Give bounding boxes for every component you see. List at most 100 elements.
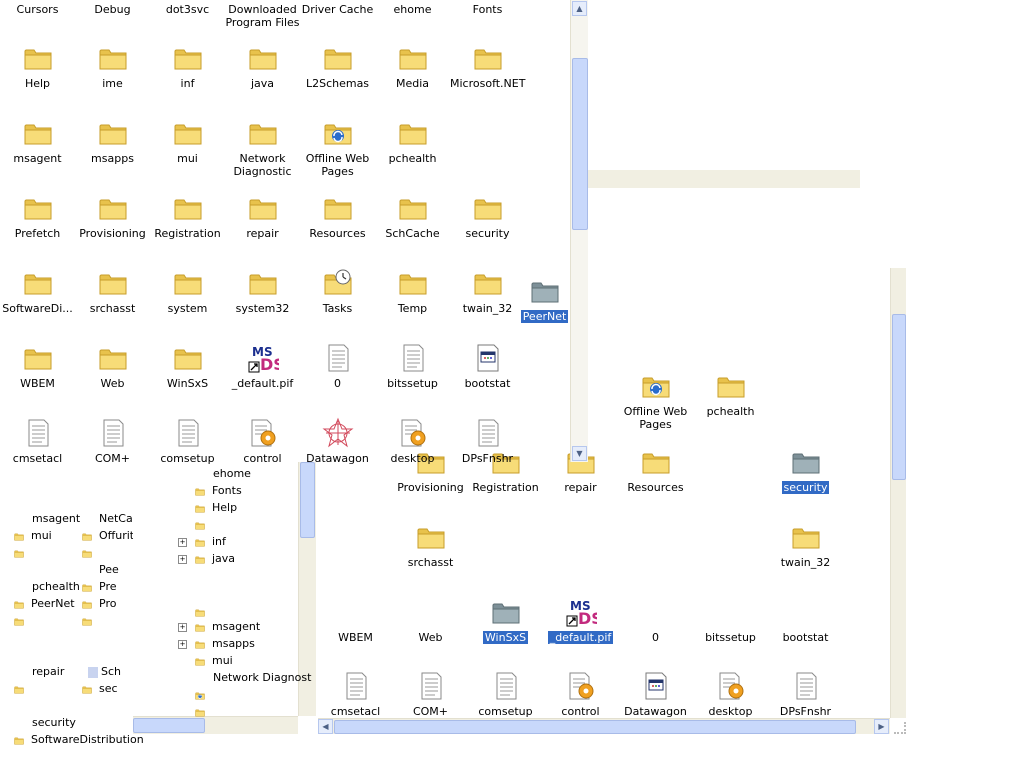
folder-item[interactable]: system — [150, 267, 225, 315]
tree-item[interactable]: mui — [193, 653, 233, 669]
folder-item[interactable]: Prefetch — [0, 192, 75, 240]
back-item[interactable]: comsetup — [468, 670, 543, 718]
back-item[interactable]: srchasst — [393, 521, 468, 569]
folder-item[interactable]: system32 — [225, 267, 300, 315]
folder-item[interactable]: Network Diagnostic — [225, 117, 300, 178]
expand-plus-icon[interactable]: + — [178, 554, 187, 564]
back-item[interactable]: Datawagon — [618, 670, 693, 718]
small-icon-item[interactable]: Offurity — [80, 529, 141, 542]
tree-item[interactable]: Network Diagnost — [213, 670, 311, 686]
folder-item[interactable]: pchealth — [375, 117, 450, 165]
back-scroll-right-button[interactable]: ▶ — [874, 719, 889, 734]
small-icon-item[interactable]: sec — [80, 682, 118, 695]
back-item[interactable]: twain_32 — [768, 521, 843, 569]
folder-item[interactable]: SoftwareDi... — [0, 267, 75, 315]
back-item-selected[interactable]: WinSxS — [468, 596, 543, 644]
file-item[interactable]: comsetup — [150, 417, 225, 465]
small-icon-item[interactable] — [80, 614, 99, 627]
tree-item[interactable]: + java — [178, 551, 235, 567]
file-item[interactable]: bitssetup — [375, 342, 450, 390]
back-item[interactable]: control — [543, 670, 618, 718]
folder-item[interactable]: msagent — [0, 117, 75, 165]
small-icon-item[interactable]: Sch — [88, 665, 121, 678]
file-item[interactable]: bootstat — [450, 342, 525, 390]
folder-item[interactable]: WinSxS — [150, 342, 225, 390]
tree-horizontal-scroll-thumb[interactable] — [133, 718, 205, 733]
small-icon-item[interactable]: Pre — [80, 580, 117, 593]
back-item[interactable]: 0 — [618, 617, 693, 644]
main-vertical-scroll-thumb[interactable] — [572, 58, 588, 230]
folder-item[interactable]: Temp — [375, 267, 450, 315]
folder-item[interactable]: Registration — [150, 192, 225, 240]
resize-grip-icon[interactable] — [894, 722, 906, 734]
folder-item[interactable]: L2Schemas — [300, 42, 375, 90]
folder-item[interactable]: WBEM — [0, 342, 75, 390]
small-icon-item[interactable]: PeerNet — [12, 597, 75, 610]
tree-item[interactable]: + msagent — [178, 619, 260, 635]
back-vertical-scroll-thumb[interactable] — [892, 314, 906, 480]
back-item[interactable]: bitssetup — [693, 617, 768, 644]
file-item[interactable]: _default.pif — [225, 342, 300, 390]
back-vertical-scrollbar[interactable] — [890, 268, 906, 718]
folder-item[interactable]: Resources — [300, 192, 375, 240]
back-horizontal-scrollbar[interactable]: ◀ ▶ — [318, 718, 890, 734]
small-icon-item[interactable]: security — [32, 716, 76, 729]
dragged-peernet-item[interactable]: PeerNet — [507, 275, 582, 323]
folder-item[interactable]: Help — [0, 42, 75, 90]
file-item[interactable]: 0 — [300, 342, 375, 390]
back-item[interactable]: Offline Web Pages — [618, 370, 693, 431]
small-icon-item[interactable] — [12, 682, 31, 695]
folder-item[interactable]: Provisioning — [75, 192, 150, 240]
back-item[interactable]: bootstat — [768, 617, 843, 644]
folder-item[interactable]: Driver Cache — [300, 0, 375, 16]
file-item[interactable]: Datawagon — [300, 417, 375, 465]
folder-item[interactable]: Fonts — [450, 0, 525, 16]
small-icon-item[interactable]: Pro — [80, 597, 116, 610]
small-icon-item[interactable]: pchealth — [32, 580, 80, 593]
tree-vertical-scroll-thumb[interactable] — [300, 462, 315, 538]
scroll-up-button[interactable]: ▲ — [572, 1, 587, 16]
folder-item[interactable]: Microsoft.NET — [450, 42, 525, 90]
back-item[interactable]: COM+ — [393, 670, 468, 718]
folder-item[interactable]: Downloaded Program Files — [225, 0, 300, 29]
small-icon-item[interactable]: Pee — [99, 563, 119, 576]
folder-item[interactable]: Media — [375, 42, 450, 90]
tree-item[interactable]: Fonts — [193, 483, 242, 499]
tree-horizontal-scrollbar[interactable] — [133, 716, 298, 734]
back-item[interactable]: desktop — [693, 670, 768, 718]
expand-plus-icon[interactable]: + — [178, 639, 187, 649]
folder-item[interactable]: ime — [75, 42, 150, 90]
file-item[interactable]: desktop — [375, 417, 450, 465]
back-item[interactable]: DPsFnshr — [768, 670, 843, 718]
small-icon-item[interactable]: msagent — [32, 512, 80, 525]
file-item[interactable]: COM+ — [75, 417, 150, 465]
back-horizontal-scroll-thumb[interactable] — [334, 720, 856, 734]
tree-item[interactable]: ehome — [213, 466, 251, 482]
tree-item[interactable]: + inf — [178, 534, 226, 550]
small-icon-item[interactable]: mui — [12, 529, 52, 542]
folder-item[interactable]: java — [225, 42, 300, 90]
folder-item[interactable]: security — [450, 192, 525, 240]
tree-item[interactable] — [193, 704, 212, 720]
folder-item[interactable]: mui — [150, 117, 225, 165]
folder-item[interactable]: Debug — [75, 0, 150, 16]
folder-item[interactable]: Web — [75, 342, 150, 390]
folder-item[interactable]: msapps — [75, 117, 150, 165]
tree-item[interactable]: + msapps — [178, 636, 255, 652]
back-item[interactable]: cmsetacl — [318, 670, 393, 718]
small-icon-item[interactable]: repair — [32, 665, 64, 678]
file-item[interactable]: cmsetacl — [0, 417, 75, 465]
folder-item[interactable]: Tasks — [300, 267, 375, 315]
folder-item[interactable]: inf — [150, 42, 225, 90]
back-scroll-left-button[interactable]: ◀ — [318, 719, 333, 734]
small-icon-item[interactable] — [80, 546, 99, 559]
scroll-down-button[interactable]: ▼ — [572, 446, 587, 461]
tree-item[interactable] — [193, 687, 212, 703]
back-item[interactable]: Resources — [618, 446, 693, 494]
main-vertical-scrollbar[interactable]: ▲ ▼ — [570, 0, 588, 462]
back-item-selected[interactable]: security — [768, 446, 843, 494]
file-item[interactable]: DPsFnshr — [450, 417, 525, 465]
expand-plus-icon[interactable]: + — [178, 622, 187, 632]
folder-item[interactable]: Offline Web Pages — [300, 117, 375, 178]
back-item[interactable]: WBEM — [318, 617, 393, 644]
